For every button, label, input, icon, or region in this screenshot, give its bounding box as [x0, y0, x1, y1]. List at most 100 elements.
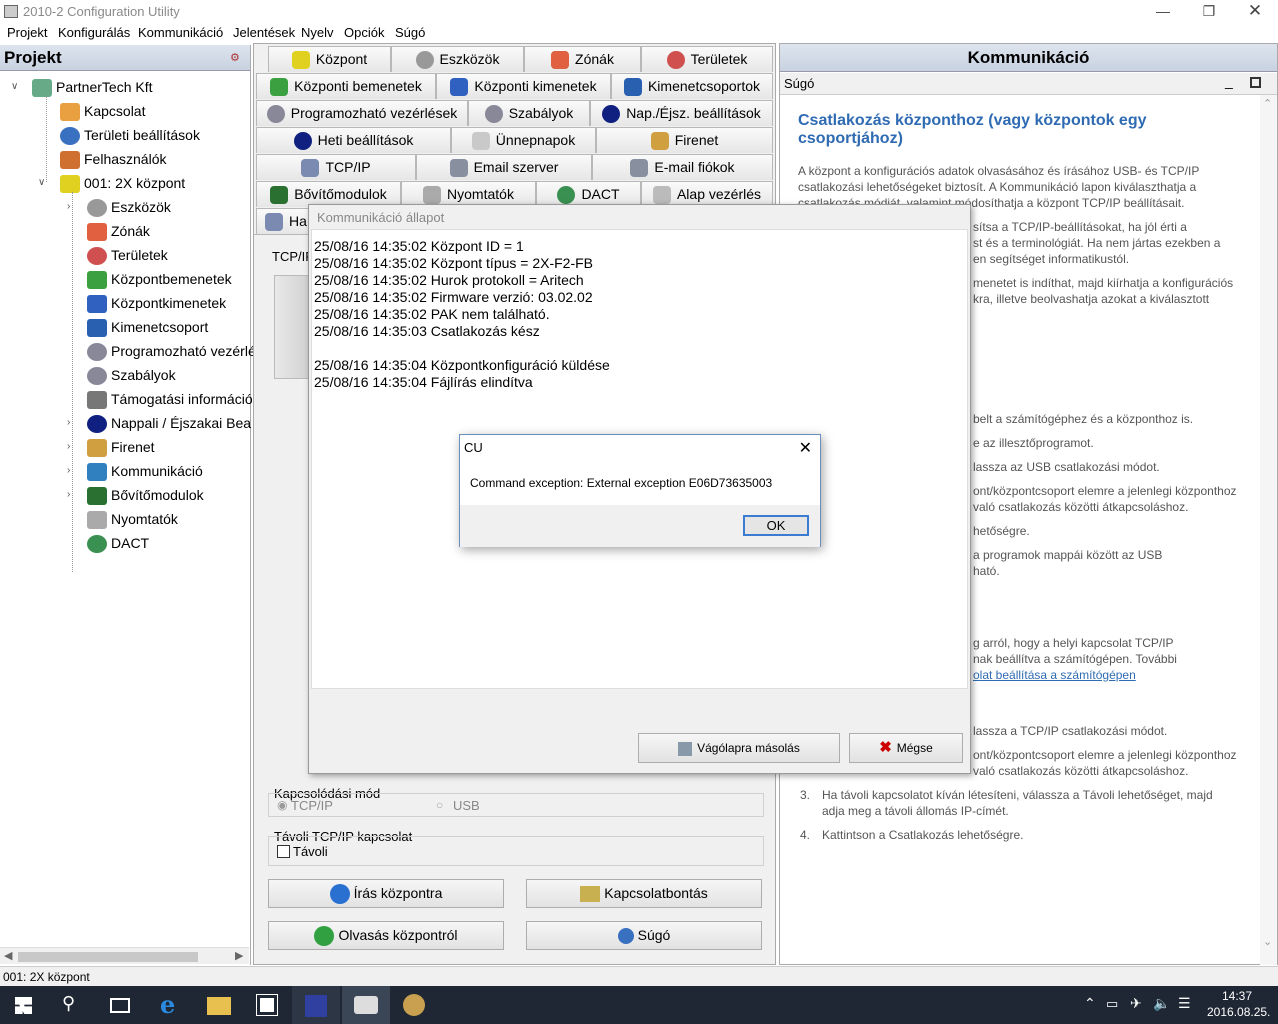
clock-date[interactable]: 2016.08.25. [1207, 1005, 1270, 1019]
log-line: 25/08/16 14:35:02 PAK nem található. [314, 306, 550, 322]
pin-icon[interactable]: ⚙ [230, 51, 240, 64]
config-utility-icon[interactable] [354, 996, 378, 1014]
paint-palette-icon[interactable] [403, 994, 425, 1016]
edge-icon[interactable]: e [160, 990, 175, 1019]
tab-kozpont[interactable]: Központ [268, 46, 391, 72]
log-line: 25/08/16 14:35:03 Csatlakozás kész [314, 323, 540, 339]
tree-item-root[interactable]: PartnerTech Kft [32, 76, 153, 98]
tree-item-teruletek[interactable]: Területek [87, 244, 168, 266]
write-to-panel-button[interactable]: Írás központra [268, 879, 504, 908]
help-line: ható. [973, 564, 1000, 578]
tree-item-kommunikacio[interactable]: Kommunikáció [87, 460, 203, 482]
expand-icon[interactable]: › [67, 201, 70, 212]
windows-start-icon[interactable] [15, 997, 32, 1014]
expand-icon[interactable]: › [67, 441, 70, 452]
minimize-help-button[interactable]: _ [1225, 73, 1233, 89]
tree-item-kozpont[interactable]: 001: 2X központ [60, 172, 185, 194]
tree-item-firenet[interactable]: Firenet [87, 436, 155, 458]
tab-unnepnapok[interactable]: Ünnepnapok [451, 127, 596, 153]
tab-programozhato[interactable]: Programozható vezérlések [256, 100, 468, 126]
tree-item-bovitomodulok[interactable]: Bővítőmodulok [87, 484, 204, 506]
menu-sugo[interactable]: Súgó [395, 25, 425, 40]
notifications-icon[interactable]: ☰ [1178, 995, 1191, 1012]
copy-to-clipboard-button[interactable]: Vágólapra másolás [638, 733, 840, 763]
menu-kommunikacio[interactable]: Kommunikáció [138, 25, 223, 40]
tab-tcpip[interactable]: TCP/IP [256, 154, 416, 180]
store-icon[interactable] [256, 994, 278, 1016]
ok-button[interactable]: OK [743, 515, 809, 536]
tab-heti[interactable]: Heti beállítások [256, 127, 451, 153]
tree-item-eszkozok[interactable]: Eszközök [87, 196, 171, 218]
help-step-number: 3. [800, 788, 811, 802]
tab-zonak[interactable]: Zónák [524, 46, 641, 72]
help-link[interactable]: olat beállítása a számítógépen [973, 667, 1136, 683]
tree-item-kozpontbemenetek[interactable]: Központbemenetek [87, 268, 232, 290]
tab-nap-ejsz[interactable]: Nap./Éjsz. beállítások [590, 100, 773, 126]
expand-icon[interactable]: › [67, 489, 70, 500]
tree-item-kapcsolat[interactable]: Kapcsolat [60, 100, 145, 122]
tree-item-teruleti[interactable]: Területi beállítások [60, 124, 200, 146]
tab-hardware-partial[interactable]: Ha [256, 208, 316, 234]
tree-item-programozhato[interactable]: Programozható vezérlé [87, 340, 256, 362]
horizontal-scrollbar[interactable]: ◀ ▶ [0, 947, 249, 964]
tab-firenet[interactable]: Firenet [596, 127, 773, 153]
expand-icon[interactable]: › [67, 417, 70, 428]
save-disk-icon[interactable] [305, 995, 327, 1017]
menu-jelentesek[interactable]: Jelentések [233, 25, 295, 40]
task-view-icon[interactable] [110, 998, 130, 1013]
contact-icon [60, 103, 80, 122]
remote-checkbox[interactable] [277, 845, 290, 858]
tab-email-szerver[interactable]: Email szerver [416, 154, 592, 180]
tab-kozponti-kimenetek[interactable]: Központi kimenetek [436, 73, 611, 99]
tab-kimenetcsoportok[interactable]: Kimenetcsoportok [611, 73, 773, 99]
search-icon[interactable]: ⚲ [62, 993, 75, 1014]
tab-email-fiokok[interactable]: E-mail fiókok [592, 154, 773, 180]
cancel-button[interactable]: ✖ Mégse [849, 733, 963, 763]
tab-eszkozok[interactable]: Eszközök [391, 46, 524, 72]
help-line: való csatlakozás közötti átkapcsoláshoz. [973, 764, 1189, 778]
menu-nyelv[interactable]: Nyelv [301, 25, 334, 40]
menu-konfiguralas[interactable]: Konfigurálás [58, 25, 130, 40]
scroll-left-icon[interactable]: ◀ [4, 949, 12, 962]
usb-radio-icon[interactable]: ○ [436, 798, 443, 812]
close-button[interactable]: ✕ [1232, 0, 1278, 23]
disconnect-button[interactable]: Kapcsolatbontás [526, 879, 762, 908]
menu-opciok[interactable]: Opciók [344, 25, 384, 40]
tab-kozponti-bemenetek[interactable]: Központi bemenetek [256, 73, 436, 99]
tree-item-szabalyok[interactable]: Szabályok [87, 364, 176, 386]
network-tray-icon[interactable]: ✈ [1130, 995, 1142, 1012]
tree-item-kozpontkimenetek[interactable]: Központkimenetek [87, 292, 226, 314]
minimize-button[interactable]: — [1140, 0, 1186, 23]
menu-projekt[interactable]: Projekt [7, 25, 47, 40]
expand-icon[interactable]: › [67, 465, 70, 476]
gears-icon [87, 367, 107, 386]
tree-item-tamogatasi[interactable]: Támogatási információl [87, 388, 256, 410]
file-explorer-icon[interactable] [207, 997, 231, 1015]
read-from-panel-button[interactable]: Olvasás központról [268, 921, 504, 950]
scroll-up-icon[interactable]: ⌃ [1263, 97, 1272, 110]
tab-teruletek[interactable]: Területek [641, 46, 773, 72]
tree-item-zonak[interactable]: Zónák [87, 220, 150, 242]
collapse-icon[interactable]: ∨ [38, 177, 45, 188]
clock-time[interactable]: 14:37 [1222, 989, 1252, 1003]
restore-button[interactable]: ❐ [1186, 0, 1232, 23]
volume-muted-icon[interactable]: 🔈 [1153, 995, 1170, 1012]
tree-item-nappali[interactable]: Nappali / Éjszakai Bea [87, 412, 251, 434]
scroll-right-icon[interactable]: ▶ [235, 949, 243, 962]
chevron-up-icon[interactable]: ⌃ [1084, 995, 1096, 1012]
collapse-icon[interactable]: ∨ [11, 81, 18, 92]
tab-szabalyok[interactable]: Szabályok [468, 100, 590, 126]
help-scrollbar[interactable]: ⌃ ⌄ [1260, 95, 1277, 965]
help-button[interactable]: Súgó [526, 921, 762, 950]
scroll-down-icon[interactable]: ⌄ [1263, 935, 1272, 948]
close-icon[interactable]: ✕ [799, 438, 812, 458]
maximize-help-button[interactable] [1250, 77, 1261, 88]
scroll-thumb[interactable] [18, 952, 198, 962]
tree-item-felhasznalok[interactable]: Felhasználók [60, 148, 167, 170]
tree-item-dact[interactable]: DACT [87, 532, 149, 554]
gears-icon [484, 105, 503, 124]
battery-icon[interactable]: ▭ [1106, 996, 1118, 1012]
tcp-radio-icon[interactable]: ◉ [277, 798, 287, 812]
tree-item-kimenetcsoport[interactable]: Kimenetcsoport [87, 316, 208, 338]
tree-item-nyomtatok[interactable]: Nyomtatók [87, 508, 178, 530]
